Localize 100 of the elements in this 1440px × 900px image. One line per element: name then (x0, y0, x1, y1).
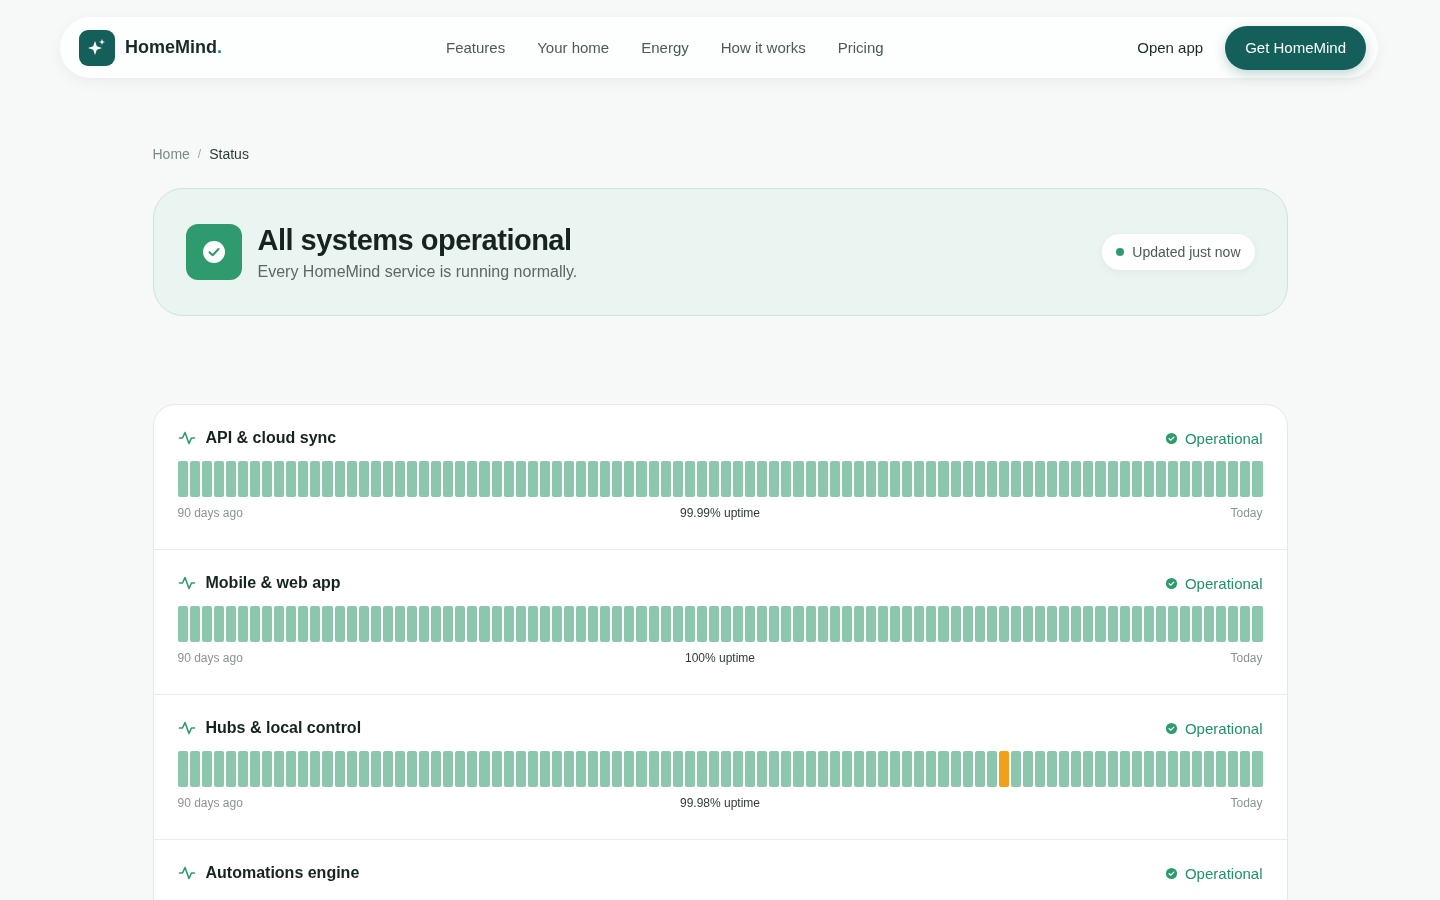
uptime-day-bar[interactable] (189, 461, 200, 497)
uptime-day-bar[interactable] (1252, 461, 1263, 497)
uptime-day-bar[interactable] (1204, 606, 1215, 642)
uptime-day-bar[interactable] (950, 606, 961, 642)
uptime-day-bar[interactable] (708, 606, 719, 642)
uptime-day-bar[interactable] (998, 751, 1009, 787)
uptime-day-bar[interactable] (721, 751, 732, 787)
uptime-day-bar[interactable] (213, 751, 224, 787)
uptime-day-bar[interactable] (1071, 606, 1082, 642)
uptime-day-bar[interactable] (286, 461, 297, 497)
uptime-day-bar[interactable] (262, 606, 273, 642)
nav-link[interactable]: Energy (641, 39, 689, 56)
uptime-day-bar[interactable] (781, 606, 792, 642)
uptime-day-bar[interactable] (998, 606, 1009, 642)
uptime-day-bar[interactable] (1010, 606, 1021, 642)
uptime-day-bar[interactable] (612, 751, 623, 787)
uptime-day-bar[interactable] (1192, 751, 1203, 787)
uptime-day-bar[interactable] (1143, 606, 1154, 642)
uptime-day-bar[interactable] (1047, 461, 1058, 497)
uptime-day-bar[interactable] (431, 461, 442, 497)
uptime-day-bar[interactable] (1035, 461, 1046, 497)
uptime-day-bar[interactable] (201, 751, 212, 787)
uptime-day-bar[interactable] (624, 606, 635, 642)
uptime-day-bar[interactable] (672, 606, 683, 642)
uptime-day-bar[interactable] (443, 751, 454, 787)
uptime-day-bar[interactable] (503, 461, 514, 497)
uptime-day-bar[interactable] (781, 751, 792, 787)
uptime-day-bar[interactable] (745, 461, 756, 497)
uptime-day-bar[interactable] (1180, 751, 1191, 787)
uptime-day-bar[interactable] (696, 461, 707, 497)
uptime-day-bar[interactable] (1204, 461, 1215, 497)
uptime-day-bar[interactable] (721, 606, 732, 642)
uptime-day-bar[interactable] (274, 751, 285, 787)
uptime-day-bar[interactable] (938, 606, 949, 642)
uptime-day-bar[interactable] (1083, 606, 1094, 642)
uptime-day-bar[interactable] (974, 751, 985, 787)
uptime-day-bar[interactable] (189, 751, 200, 787)
uptime-day-bar[interactable] (479, 606, 490, 642)
uptime-day-bar[interactable] (467, 751, 478, 787)
uptime-day-bar[interactable] (1180, 606, 1191, 642)
uptime-day-bar[interactable] (805, 461, 816, 497)
uptime-day-bar[interactable] (201, 461, 212, 497)
uptime-day-bar[interactable] (467, 606, 478, 642)
uptime-day-bar[interactable] (733, 461, 744, 497)
uptime-day-bar[interactable] (177, 751, 188, 787)
uptime-day-bar[interactable] (878, 751, 889, 787)
uptime-day-bar[interactable] (696, 606, 707, 642)
uptime-day-bar[interactable] (407, 751, 418, 787)
uptime-day-bar[interactable] (551, 751, 562, 787)
uptime-day-bar[interactable] (503, 606, 514, 642)
uptime-day-bar[interactable] (443, 461, 454, 497)
uptime-day-bar[interactable] (660, 751, 671, 787)
uptime-day-bar[interactable] (890, 606, 901, 642)
uptime-day-bar[interactable] (902, 461, 913, 497)
uptime-day-bar[interactable] (1022, 751, 1034, 787)
uptime-day-bar[interactable] (527, 606, 538, 642)
uptime-day-bar[interactable] (914, 461, 925, 497)
uptime-day-bar[interactable] (394, 751, 405, 787)
uptime-day-bar[interactable] (1107, 606, 1118, 642)
uptime-day-bar[interactable] (298, 751, 309, 787)
uptime-day-bar[interactable] (817, 461, 828, 497)
uptime-day-bar[interactable] (576, 461, 587, 497)
uptime-day-bar[interactable] (298, 606, 309, 642)
breadcrumb-link[interactable]: Status (209, 146, 249, 162)
uptime-day-bar[interactable] (1022, 461, 1034, 497)
uptime-day-bar[interactable] (286, 606, 297, 642)
uptime-day-bar[interactable] (986, 751, 997, 787)
uptime-day-bar[interactable] (853, 751, 864, 787)
uptime-day-bar[interactable] (902, 751, 913, 787)
uptime-day-bar[interactable] (262, 461, 273, 497)
uptime-day-bar[interactable] (757, 461, 768, 497)
uptime-day-bar[interactable] (805, 751, 816, 787)
uptime-day-bar[interactable] (612, 461, 623, 497)
uptime-day-bar[interactable] (926, 606, 937, 642)
uptime-day-bar[interactable] (853, 606, 864, 642)
uptime-day-bar[interactable] (334, 606, 345, 642)
uptime-day-bar[interactable] (962, 461, 973, 497)
uptime-day-bar[interactable] (817, 751, 828, 787)
uptime-day-bar[interactable] (1240, 751, 1251, 787)
uptime-day-bar[interactable] (1216, 461, 1227, 497)
uptime-day-bar[interactable] (1022, 606, 1034, 642)
uptime-day-bar[interactable] (865, 606, 877, 642)
uptime-day-bar[interactable] (1155, 751, 1166, 787)
uptime-day-bar[interactable] (1131, 606, 1142, 642)
uptime-day-bar[interactable] (274, 606, 285, 642)
uptime-day-bar[interactable] (853, 461, 864, 497)
uptime-day-bar[interactable] (757, 751, 768, 787)
uptime-day-bar[interactable] (733, 606, 744, 642)
uptime-day-bar[interactable] (636, 461, 647, 497)
uptime-day-bar[interactable] (1167, 751, 1178, 787)
uptime-day-bar[interactable] (1216, 606, 1227, 642)
uptime-day-bar[interactable] (431, 751, 442, 787)
uptime-day-bar[interactable] (515, 461, 526, 497)
uptime-day-bar[interactable] (1107, 751, 1118, 787)
uptime-day-bar[interactable] (237, 751, 248, 787)
uptime-day-bar[interactable] (890, 751, 901, 787)
uptime-day-bar[interactable] (600, 751, 611, 787)
uptime-day-bar[interactable] (769, 606, 780, 642)
uptime-day-bar[interactable] (1047, 606, 1058, 642)
uptime-day-bar[interactable] (382, 751, 393, 787)
